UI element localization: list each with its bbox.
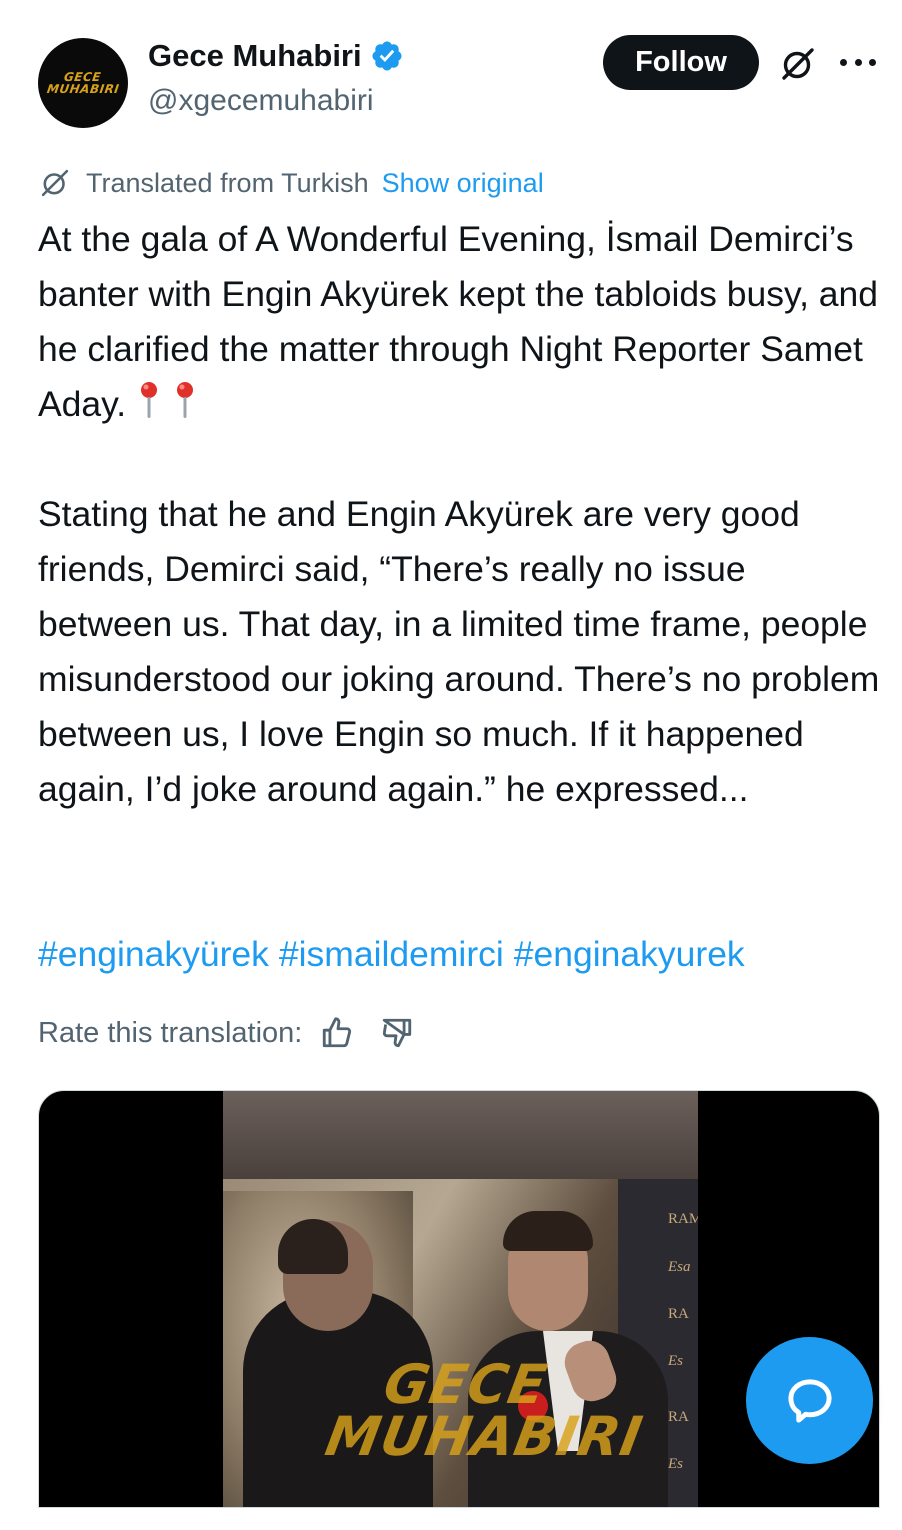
post-paragraph-2: Stating that he and Engin Akyürek are ve… bbox=[38, 494, 880, 809]
translated-label: Translated from Turkish bbox=[86, 167, 369, 198]
backdrop-text: RA bbox=[668, 1306, 689, 1322]
grok-icon[interactable] bbox=[778, 44, 818, 84]
verified-badge-icon bbox=[372, 41, 402, 71]
round-pushpin-icon bbox=[177, 382, 194, 418]
thumbs-down-icon[interactable] bbox=[380, 1016, 414, 1050]
backdrop-text: RAM bbox=[668, 1211, 698, 1227]
backdrop-text: Es bbox=[668, 1353, 683, 1369]
video-watermark: GECE MUHABIRI bbox=[320, 1353, 648, 1468]
backdrop-text: Es bbox=[668, 1456, 683, 1472]
author-name-row[interactable]: Gece Muhabiri bbox=[148, 38, 404, 74]
rate-translation-label: Rate this translation: bbox=[38, 1016, 303, 1049]
video-frame: RAM Esa RA Es RA Es GECE MUHABIRI bbox=[223, 1091, 698, 1507]
more-options-icon[interactable] bbox=[840, 56, 876, 68]
avatar-text-line2: MUHABIRI bbox=[45, 82, 121, 96]
hashtag-link[interactable]: #enginakyurek bbox=[514, 934, 745, 974]
avatar[interactable]: GECE MUHABIRI bbox=[38, 38, 128, 128]
author-display-name[interactable]: Gece Muhabiri bbox=[148, 38, 362, 74]
grok-translate-icon bbox=[41, 169, 69, 197]
thumbs-up-icon[interactable] bbox=[320, 1016, 354, 1050]
watermark-line2: MUHABIRI bbox=[320, 1405, 648, 1468]
show-original-link[interactable]: Show original bbox=[382, 168, 544, 199]
author-handle[interactable]: @xgecemuhabiri bbox=[148, 84, 374, 118]
watermark-line1: GECE bbox=[379, 1353, 553, 1416]
chat-bubble-icon bbox=[787, 1378, 832, 1423]
hashtag-link[interactable]: #enginakyürek bbox=[38, 934, 269, 974]
rate-translation-row: Rate this translation: bbox=[38, 1016, 414, 1050]
reply-fab-button[interactable] bbox=[746, 1337, 873, 1464]
follow-button[interactable]: Follow bbox=[603, 35, 759, 90]
translation-notice: Translated from Turkish Show original bbox=[38, 166, 544, 200]
round-pushpin-icon bbox=[141, 382, 158, 418]
hashtag-list: #enginakyürek #ismaildemirci #enginakyurek bbox=[38, 927, 755, 982]
hashtag-link[interactable]: #ismaildemirci bbox=[279, 934, 504, 974]
post-video[interactable]: RAM Esa RA Es RA Es GECE MUHABIRI bbox=[38, 1090, 880, 1508]
backdrop-text: Esa bbox=[668, 1259, 691, 1275]
backdrop-text: RA bbox=[668, 1409, 689, 1425]
post-paragraph-1: At the gala of A Wonderful Evening, İsma… bbox=[38, 212, 888, 432]
post-paragraph-1-text: At the gala of A Wonderful Evening, İsma… bbox=[38, 219, 879, 424]
